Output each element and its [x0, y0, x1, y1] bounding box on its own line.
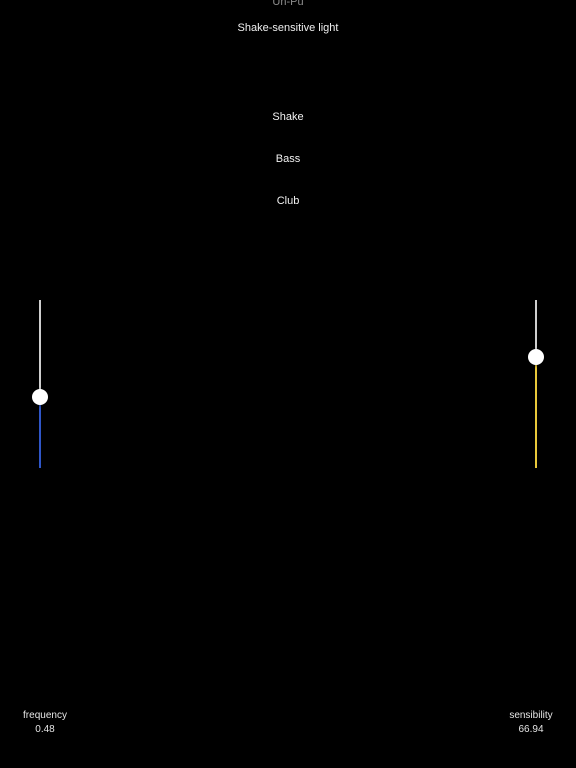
frequency-slider-fill [39, 397, 41, 468]
frequency-readout: frequency 0.48 [0, 709, 90, 737]
shake-mode-button[interactable]: Shake [238, 105, 338, 129]
frequency-label: frequency [23, 710, 67, 721]
frequency-value: 0.48 [35, 724, 55, 735]
app-screen: Un-Pu Shake-sensitive light Shake Bass C… [0, 0, 576, 768]
club-mode-button[interactable]: Club [238, 189, 338, 213]
sensibility-slider-thumb[interactable] [528, 349, 544, 366]
partial-header-text: Un-Pu [272, 0, 304, 8]
app-title: Shake-sensitive light [237, 22, 339, 34]
frequency-slider[interactable] [30, 300, 50, 468]
sensibility-label: sensibility [509, 710, 553, 721]
bass-mode-button[interactable]: Bass [238, 147, 338, 171]
sensibility-slider-fill [535, 357, 537, 468]
frequency-slider-thumb[interactable] [32, 389, 48, 406]
sensibility-slider[interactable] [526, 300, 546, 468]
sensibility-value: 66.94 [518, 724, 544, 735]
sensibility-readout: sensibility 66.94 [486, 709, 576, 737]
